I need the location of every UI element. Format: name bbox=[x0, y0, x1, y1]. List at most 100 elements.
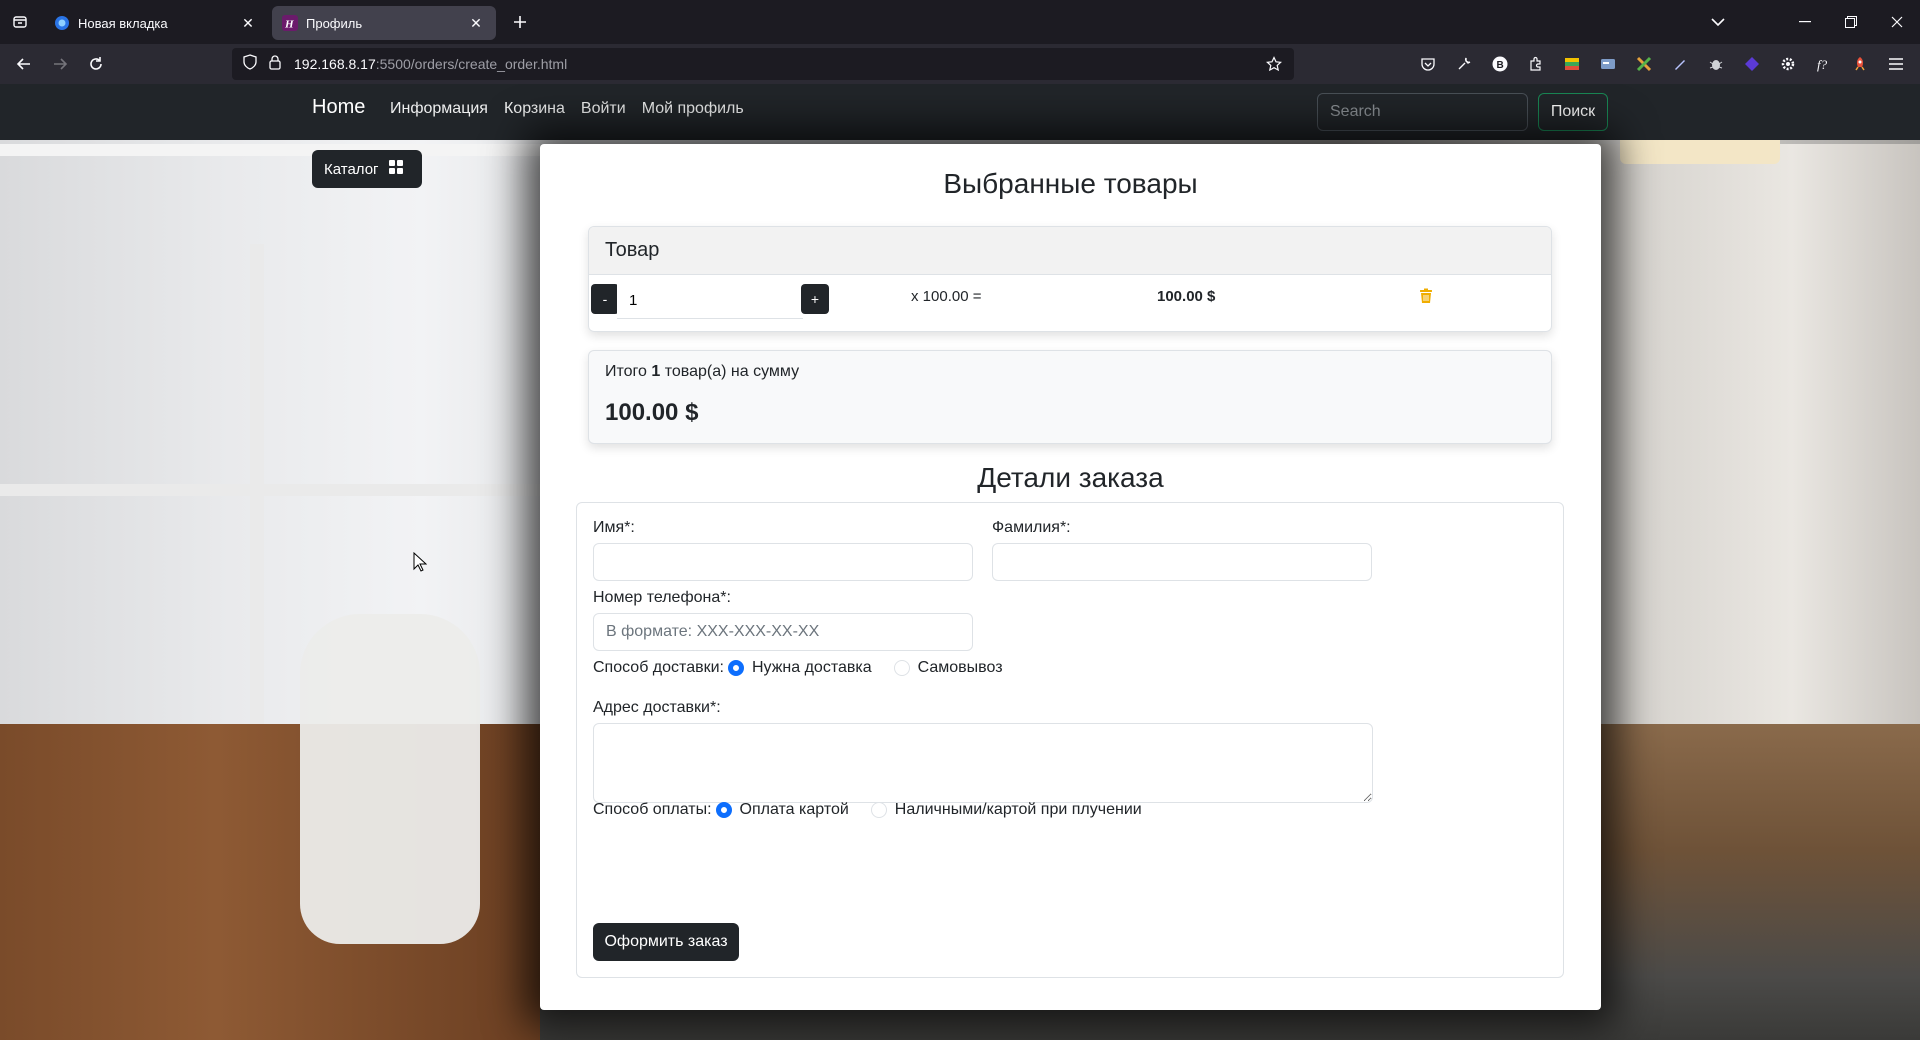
phone-label: Номер телефона*: bbox=[593, 589, 731, 606]
submit-order-button[interactable]: Оформить заказ bbox=[593, 923, 739, 961]
shield-icon[interactable] bbox=[242, 53, 258, 75]
table-row: - + x 100.00 = 100.00 $ bbox=[589, 275, 1551, 331]
delivery-option-pickup[interactable]: Самовывоз bbox=[893, 659, 1003, 677]
close-tab-icon[interactable]: ✕ bbox=[238, 13, 258, 33]
order-total-box: Итого 1 товар(а) на сумму 100.00 $ bbox=[588, 350, 1552, 444]
payment-method-label: Способ оплаты: bbox=[593, 801, 712, 818]
background-mullion bbox=[0, 484, 540, 496]
total-count: 1 bbox=[651, 363, 661, 380]
nav-link-profile[interactable]: Мой профиль bbox=[642, 100, 744, 118]
payment-option-on-delivery[interactable]: Наличными/картой при плучении bbox=[870, 801, 1142, 819]
close-window-icon[interactable] bbox=[1874, 0, 1920, 44]
payment-option-label: Наличными/картой при плучении bbox=[894, 801, 1142, 818]
browser-tab-bar: Новая вкладка ✕ H Профиль ✕ bbox=[0, 0, 1920, 44]
table-header: Товар bbox=[589, 227, 1551, 275]
phone-field[interactable] bbox=[593, 613, 973, 651]
card-extension-icon[interactable] bbox=[1590, 48, 1626, 80]
browser-tab-profile[interactable]: H Профиль ✕ bbox=[272, 6, 496, 40]
selected-items-table: Товар - + x 100.00 = 100.00 $ bbox=[588, 226, 1552, 332]
url-host: 192.168.8.17 bbox=[294, 56, 376, 72]
item-price-multiplier: x 100.00 = bbox=[911, 288, 982, 305]
svg-text:H: H bbox=[284, 19, 294, 31]
pocket-icon[interactable] bbox=[1410, 48, 1446, 80]
puzzle-icon[interactable] bbox=[1518, 48, 1554, 80]
colors-extension-icon[interactable] bbox=[1554, 48, 1590, 80]
tab-list-icon[interactable] bbox=[0, 0, 40, 44]
radio-checked[interactable] bbox=[715, 802, 732, 818]
lock-icon[interactable] bbox=[268, 54, 282, 75]
total-suffix: товар(а) на сумму bbox=[664, 363, 800, 380]
decrease-quantity-button[interactable]: - bbox=[591, 284, 619, 314]
wrench-icon[interactable] bbox=[1446, 48, 1482, 80]
payment-option-label: Оплата картой bbox=[739, 801, 849, 818]
site-navbar: Home Информация Корзина Войти Мой профил… bbox=[0, 84, 1920, 140]
rocket-icon[interactable] bbox=[1842, 48, 1878, 80]
item-sum: 100.00 $ bbox=[1157, 288, 1216, 305]
mouse-cursor-icon bbox=[413, 551, 428, 577]
menu-icon[interactable] bbox=[1878, 48, 1914, 80]
increase-quantity-button[interactable]: + bbox=[801, 284, 829, 314]
url-text: 192.168.8.17:5500/orders/create_order.ht… bbox=[294, 56, 567, 72]
total-prefix: Итого bbox=[605, 363, 647, 380]
delivery-method-label: Способ доставки: bbox=[593, 659, 724, 676]
radio-unchecked[interactable] bbox=[870, 802, 887, 818]
tab-title: Профиль bbox=[306, 15, 363, 31]
extensions-toolbar: B f? bbox=[1410, 48, 1914, 80]
svg-text:f?: f? bbox=[1817, 57, 1828, 72]
site-favicon-icon: H bbox=[282, 15, 298, 31]
delivery-option-label: Нужна доставка bbox=[751, 659, 872, 676]
catalog-label: Каталог bbox=[324, 160, 379, 178]
page-viewport: Home Информация Корзина Войти Мой профил… bbox=[0, 84, 1920, 1040]
site-nav-links: Информация Корзина Войти Мой профиль bbox=[390, 100, 744, 118]
new-tab-icon[interactable] bbox=[504, 6, 536, 38]
address-label: Адрес доставки*: bbox=[593, 699, 721, 716]
search-input[interactable] bbox=[1317, 93, 1528, 131]
cross-tools-icon[interactable] bbox=[1626, 48, 1662, 80]
window-controls bbox=[1782, 0, 1920, 44]
minimize-icon[interactable] bbox=[1782, 0, 1828, 44]
radio-checked[interactable] bbox=[727, 660, 744, 676]
back-icon[interactable] bbox=[6, 48, 42, 80]
pen-icon[interactable] bbox=[1662, 48, 1698, 80]
url-path: :5500/orders/create_order.html bbox=[375, 56, 568, 72]
forward-icon[interactable] bbox=[42, 48, 78, 80]
url-bar[interactable]: 192.168.8.17:5500/orders/create_order.ht… bbox=[232, 48, 1294, 80]
total-summary: Итого 1 товар(а) на сумму bbox=[605, 363, 1535, 381]
bug-icon[interactable] bbox=[1698, 48, 1734, 80]
payment-method-group: Способ оплаты: Оплата картой Наличными/к… bbox=[593, 801, 1164, 819]
home-link[interactable]: Home bbox=[312, 96, 365, 119]
catalog-button[interactable]: Каталог bbox=[312, 150, 422, 188]
total-amount: 100.00 $ bbox=[605, 399, 699, 426]
delivery-method-group: Способ доставки: Нужна доставка Самовыво… bbox=[593, 659, 1025, 677]
b-extension-icon[interactable]: B bbox=[1482, 48, 1518, 80]
diamond-icon[interactable] bbox=[1734, 48, 1770, 80]
delivery-option-label: Самовывоз bbox=[917, 659, 1003, 676]
radio-unchecked[interactable] bbox=[893, 660, 910, 676]
address-field[interactable] bbox=[593, 723, 1373, 803]
trash-icon[interactable] bbox=[1419, 288, 1433, 309]
order-details-heading: Детали заказа bbox=[977, 462, 1164, 493]
quantity-input[interactable] bbox=[617, 283, 803, 319]
function-icon[interactable]: f? bbox=[1806, 48, 1842, 80]
order-card: Выбранные товары Товар - + x 100.00 = 10… bbox=[540, 144, 1601, 1010]
first-name-field[interactable] bbox=[593, 543, 973, 581]
browser-toolbar: 192.168.8.17:5500/orders/create_order.ht… bbox=[0, 44, 1920, 84]
tab-title: Новая вкладка bbox=[78, 15, 168, 31]
delivery-option-needed[interactable]: Нужна доставка bbox=[727, 659, 872, 677]
close-tab-icon[interactable]: ✕ bbox=[466, 13, 486, 33]
restore-icon[interactable] bbox=[1828, 0, 1874, 44]
search-button[interactable]: Поиск bbox=[1538, 93, 1608, 131]
background-chair bbox=[300, 614, 480, 944]
gear-icon[interactable] bbox=[1770, 48, 1806, 80]
browser-tab-new[interactable]: Новая вкладка ✕ bbox=[44, 6, 268, 40]
last-name-field[interactable] bbox=[992, 543, 1372, 581]
list-all-tabs-icon[interactable] bbox=[1702, 6, 1734, 38]
nav-link-login[interactable]: Войти bbox=[581, 100, 626, 118]
payment-option-card[interactable]: Оплата картой bbox=[715, 801, 849, 819]
bookmark-star-icon[interactable] bbox=[1266, 56, 1282, 77]
nav-link-cart[interactable]: Корзина bbox=[504, 100, 565, 118]
reload-icon[interactable] bbox=[78, 48, 114, 80]
nav-link-info[interactable]: Информация bbox=[390, 100, 488, 118]
first-name-label: Имя*: bbox=[593, 519, 635, 536]
background-mullion bbox=[250, 244, 264, 804]
